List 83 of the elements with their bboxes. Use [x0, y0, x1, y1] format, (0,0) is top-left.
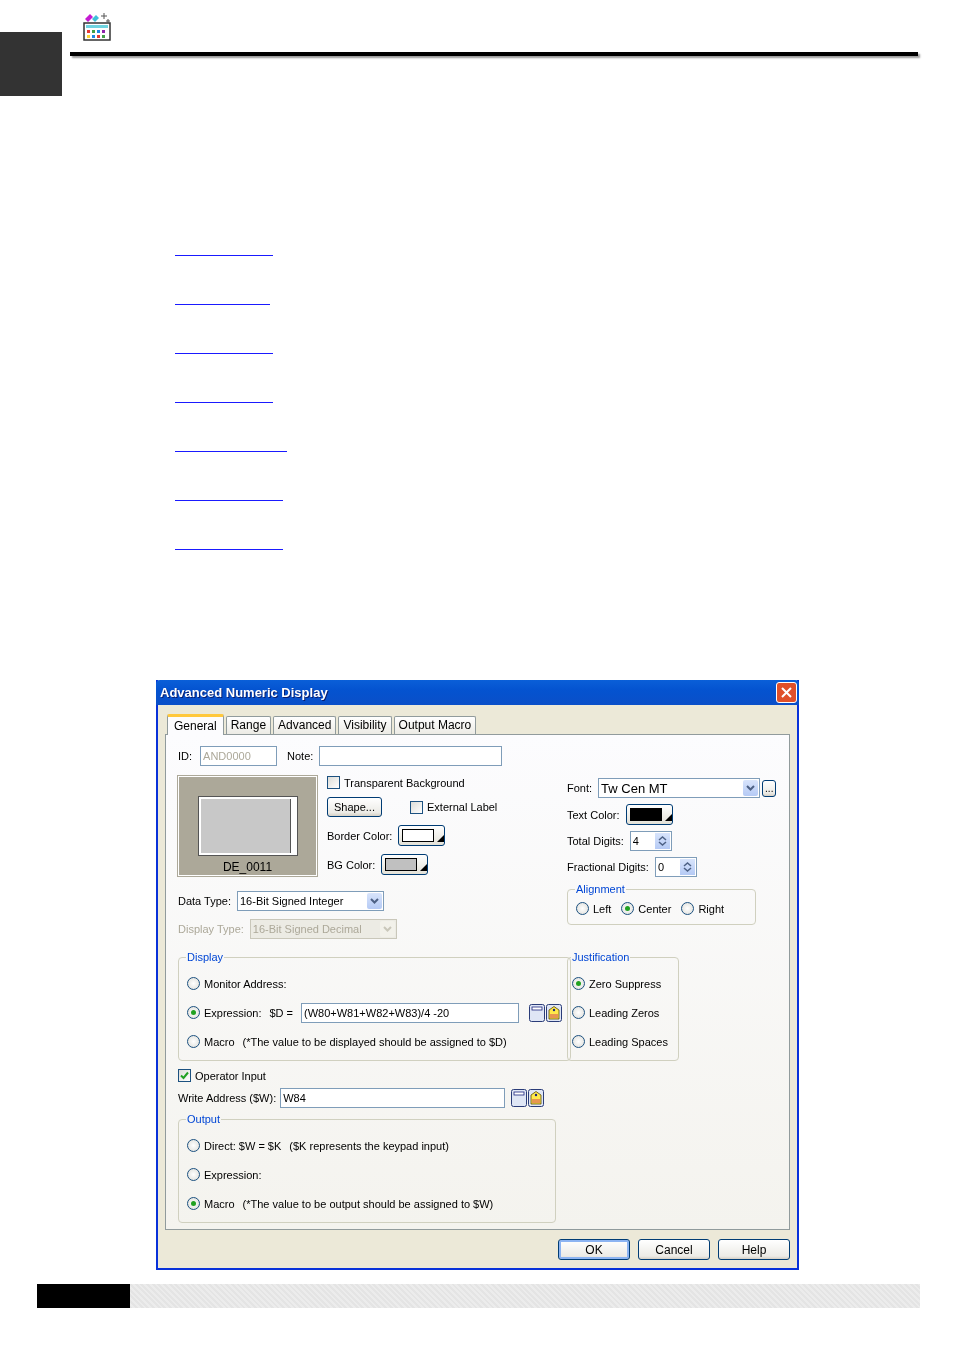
radio-button[interactable]: [187, 1035, 200, 1048]
browse-button[interactable]: ...: [762, 779, 777, 797]
dialog-button[interactable]: Help: [718, 1239, 790, 1260]
field-label: Text Color:: [567, 808, 620, 821]
color-picker[interactable]: [381, 854, 429, 875]
field-label: Border Color:: [327, 829, 393, 842]
hint-text: ($K represents the keypad input): [289, 1139, 449, 1152]
radio-label: Macro: [204, 1035, 235, 1048]
radio-button[interactable]: [187, 977, 200, 990]
calculator-icon[interactable]: [511, 1089, 528, 1107]
field-label: Display Type:: [178, 923, 244, 935]
number-spinner[interactable]: 4: [629, 831, 672, 851]
group-title: Alignment: [575, 883, 626, 895]
window-title: Advanced Numeric Display: [160, 685, 328, 700]
checkbox[interactable]: [178, 1069, 191, 1082]
write-address-field[interactable]: W84: [280, 1088, 506, 1108]
radio-label: Direct: $W = $K: [204, 1139, 282, 1152]
number-spinner[interactable]: 0: [654, 857, 697, 877]
group-title: Display: [186, 951, 225, 963]
radio-button[interactable]: [576, 902, 589, 915]
field-label: Write Address ($W):: [178, 1092, 277, 1104]
radio-button[interactable]: [572, 977, 585, 990]
close-button[interactable]: [776, 682, 797, 703]
caret-icon: [370, 898, 379, 904]
tab[interactable]: Range: [225, 716, 272, 734]
font-dropdown[interactable]: Tw Cen MT: [598, 778, 761, 798]
tag-icon[interactable]: [528, 1089, 545, 1107]
field-label: $D =: [269, 1006, 294, 1019]
radio-label: Zero Suppress: [589, 977, 662, 990]
close-icon: [781, 687, 792, 698]
note-field[interactable]: [319, 746, 503, 766]
field-label: Data Type:: [178, 895, 231, 907]
radio-button[interactable]: [187, 1006, 200, 1019]
caret-icon: [382, 926, 392, 932]
radio-label: Left: [593, 902, 612, 915]
radio-label: Expression:: [204, 1168, 262, 1181]
check-icon: [180, 1071, 189, 1080]
radio-label: Leading Spaces: [589, 1035, 668, 1048]
checkbox-label: Operator Input: [195, 1069, 266, 1082]
tab[interactable]: Visibility: [338, 716, 392, 734]
radio-button[interactable]: [572, 1035, 585, 1048]
expression-field[interactable]: (W80+W81+W82+W83)/4 -20: [301, 1002, 520, 1023]
field-label: ID:: [178, 750, 193, 762]
tab[interactable]: Output Macro: [393, 716, 477, 734]
radio-label: Macro: [204, 1197, 235, 1210]
group-title: Output: [186, 1113, 222, 1125]
dropdown[interactable]: 16-Bit Signed Integer: [237, 891, 384, 911]
field-label: Font:: [567, 782, 593, 794]
tab[interactable]: Advanced: [273, 716, 337, 734]
radio-label: Center: [638, 902, 672, 915]
color-picker[interactable]: [625, 804, 673, 825]
group-title: Justification: [571, 951, 631, 963]
header-block: [0, 32, 62, 96]
checkbox-label: Transparent Background: [344, 776, 465, 789]
radio-button[interactable]: [572, 1006, 585, 1019]
checkbox-label: External Label: [427, 801, 498, 813]
radio-label: Expression:: [204, 1006, 262, 1019]
checkbox[interactable]: [410, 800, 423, 814]
tag-icon[interactable]: [546, 1003, 563, 1022]
radio-button[interactable]: [681, 902, 695, 915]
hint-text: (*The value to be displayed should be assigned to $D): [242, 1035, 507, 1048]
tab[interactable]: General: [167, 714, 224, 735]
checkbox[interactable]: [327, 776, 340, 789]
radio-button[interactable]: [187, 1197, 200, 1210]
shape-button[interactable]: Shape...: [327, 797, 382, 817]
hint-text: (*The value to be output should be assigned to $W): [242, 1197, 494, 1210]
radio-button[interactable]: [621, 902, 635, 915]
preview-caption: DE_0011: [222, 860, 273, 874]
field-label: Note:: [287, 750, 314, 762]
radio-button[interactable]: [187, 1168, 200, 1181]
dialog-button[interactable]: OK: [558, 1239, 630, 1260]
color-picker[interactable]: [398, 825, 446, 846]
radio-button[interactable]: [187, 1139, 200, 1152]
radio-label: Leading Zeros: [589, 1006, 660, 1019]
caret-icon: [746, 785, 756, 791]
field-label: BG Color:: [327, 858, 376, 871]
radio-label: Right: [698, 902, 725, 915]
color-grid-icon: [82, 12, 112, 42]
field-label: Total Digits:: [567, 835, 624, 847]
calculator-icon[interactable]: [529, 1003, 546, 1022]
radio-label: Monitor Address:: [204, 977, 287, 990]
field-label: Fractional Digits:: [567, 861, 649, 873]
dialog-button[interactable]: Cancel: [638, 1239, 710, 1260]
